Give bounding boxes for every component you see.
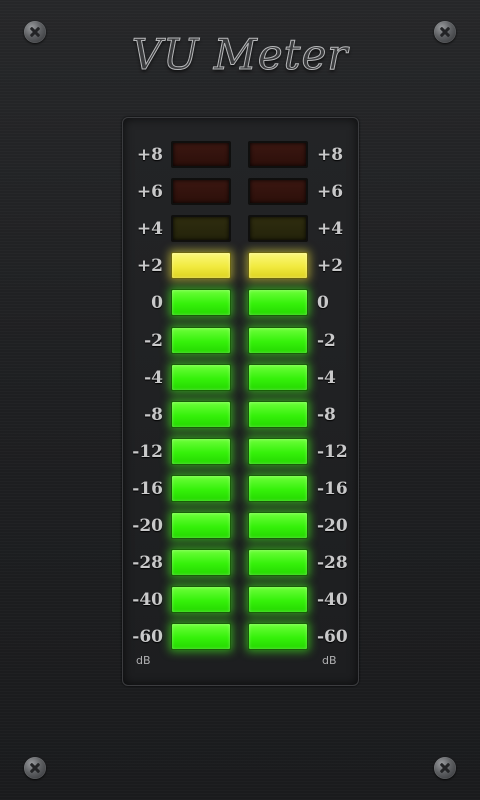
led-left-channel: [171, 623, 231, 651]
screw-bottom-left-icon: [24, 757, 46, 779]
meter-row: 00: [123, 286, 358, 320]
led-left-channel: [171, 363, 231, 391]
led-right-channel: [248, 474, 308, 502]
meter-row: -12 -12: [123, 435, 358, 469]
meter-row: +4 +4: [123, 212, 358, 246]
led-left-channel: [171, 215, 231, 243]
screw-bottom-right-icon: [434, 757, 456, 779]
db-label-left: -40: [132, 590, 163, 611]
db-label-left: +2: [136, 256, 163, 277]
meter-row: -60 -60: [123, 620, 358, 654]
led-left-channel: [171, 252, 231, 280]
meter-row: -16 -16: [123, 472, 358, 506]
db-label-left: -4: [144, 367, 163, 388]
meter-row: -40 -40: [123, 583, 358, 617]
db-label-right: -12: [317, 441, 348, 462]
led-left-channel: [171, 549, 231, 577]
app-title: VU Meter: [131, 30, 349, 80]
db-label-left: +8: [136, 145, 163, 165]
led-left-channel: [171, 178, 231, 206]
meter-row: -2 -2: [123, 324, 358, 358]
led-right-channel: [248, 437, 308, 465]
led-right-channel: [248, 623, 308, 651]
db-label-right: -40: [317, 590, 348, 611]
meter-row: -4 -4: [123, 361, 358, 395]
vu-meter-screen: VU Meter +8 +8 +6 +6 +4 +4 +2 +2 0 0 -2 -2 -4 -4 -8 -8-…: [0, 0, 480, 800]
led-right-channel: [248, 549, 308, 577]
meter-row: -20 -20: [123, 509, 358, 543]
db-label-left: -20: [132, 516, 163, 536]
led-left-channel: [171, 400, 231, 428]
led-left-channel: [171, 141, 231, 168]
db-label-right: +4: [317, 219, 344, 240]
db-label-right: +2: [317, 256, 344, 277]
led-right-channel: [248, 512, 308, 539]
meter-row: -8 -8: [123, 398, 358, 432]
led-right-channel: [248, 289, 308, 317]
led-right-channel: [248, 178, 308, 206]
db-label-left: -2: [144, 330, 163, 351]
db-label-left: 0: [151, 293, 163, 314]
meter-row: -28 -28: [123, 546, 358, 580]
led-right-channel: [248, 400, 308, 428]
led-right-channel: [248, 141, 308, 168]
meter-row: +6 +6: [123, 175, 358, 209]
led-right-channel: [248, 326, 308, 354]
db-label-right: -2: [317, 330, 336, 351]
led-left-channel: [171, 512, 231, 539]
led-right-channel: [248, 215, 308, 243]
db-label-left: -16: [132, 478, 163, 499]
db-label-left: +6: [136, 182, 163, 203]
meter-row: +2 +2: [123, 249, 358, 283]
led-left-channel: [171, 474, 231, 502]
db-label-left: -28: [132, 553, 163, 574]
db-label-right: -20: [317, 516, 348, 536]
led-left-channel: [171, 586, 231, 614]
meter-panel: +8 +8 +6 +6 +4 +4 +2 +2 0 0 -2 -2 -4 -4 -8 -8 -12 -12 -16-…: [122, 117, 359, 686]
db-label-left: -12: [132, 441, 163, 462]
db-label-left: -60: [132, 627, 163, 648]
db-label-right: +8: [317, 145, 344, 165]
db-label-left: -8: [144, 404, 163, 425]
db-label-right: +6: [317, 182, 344, 203]
led-left-channel: [171, 326, 231, 354]
db-label-right: -60: [317, 627, 348, 648]
led-right-channel: [248, 586, 308, 614]
unit-label-right: dB: [322, 654, 337, 667]
meter-row: +8 +8: [123, 138, 358, 172]
led-right-channel: [248, 252, 308, 280]
db-label-right: -4: [317, 367, 336, 388]
led-left-channel: [171, 437, 231, 465]
db-label-right: -28: [317, 553, 348, 574]
unit-label-left: dB: [136, 654, 151, 667]
led-right-channel: [248, 363, 308, 391]
db-label-right: 0: [317, 293, 329, 314]
db-label-right: -16: [317, 478, 348, 499]
db-label-right: -8: [317, 404, 336, 425]
db-label-left: +4: [136, 219, 163, 240]
led-left-channel: [171, 289, 231, 317]
